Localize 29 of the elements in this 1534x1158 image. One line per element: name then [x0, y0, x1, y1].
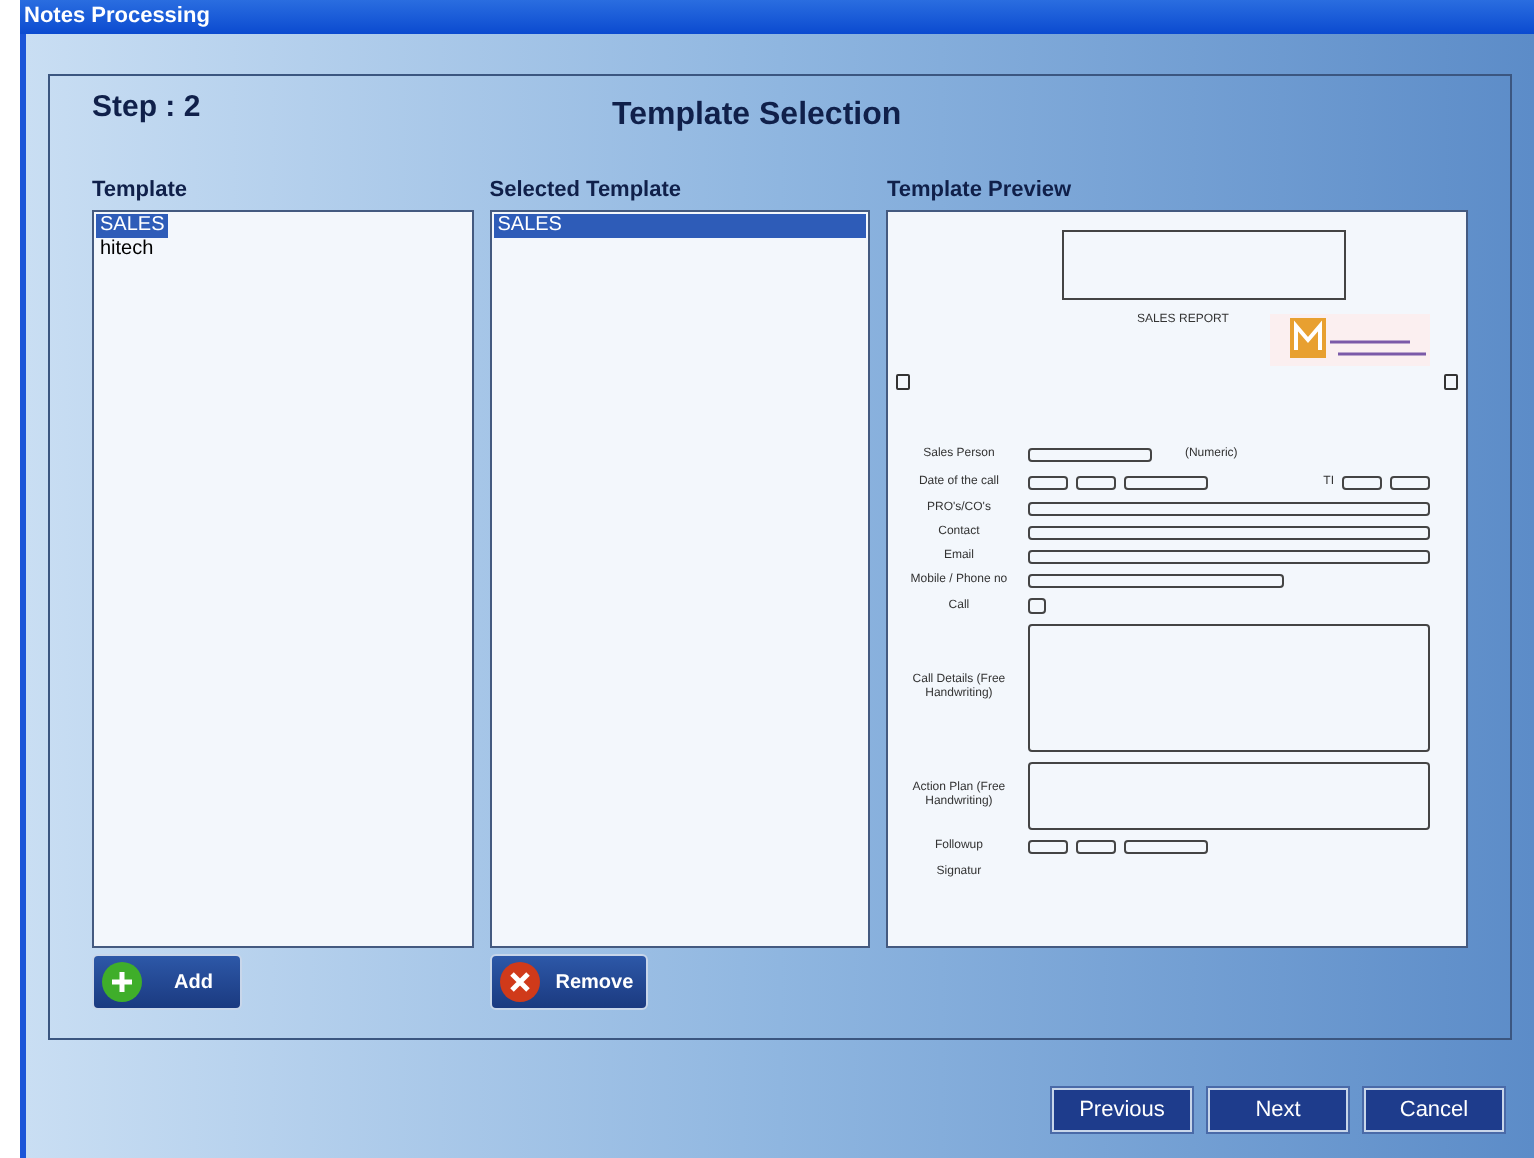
- page-heading: Template Selection: [612, 96, 902, 136]
- form-box: [1342, 476, 1383, 490]
- form-box: [1390, 476, 1431, 490]
- column-label: Selected Template: [489, 175, 684, 205]
- nav-button[interactable]: Previous: [1052, 1088, 1192, 1132]
- plus-icon: [102, 962, 142, 1002]
- form-box: [1076, 476, 1117, 490]
- logo-icon: [1270, 310, 1435, 370]
- form-box: [1028, 476, 1069, 490]
- form-box: [1124, 476, 1209, 490]
- window-title: Notes Processing: [24, 2, 210, 33]
- close-icon: [499, 962, 540, 1002]
- add-button[interactable]: Add: [92, 954, 243, 1010]
- form-box: [1028, 598, 1047, 614]
- list-item[interactable]: SALES: [96, 214, 169, 238]
- nav-button[interactable]: Next: [1208, 1088, 1348, 1132]
- column-label: Template Preview: [886, 175, 1074, 205]
- checkbox-mark: [896, 374, 911, 390]
- checkbox-mark: [1444, 374, 1459, 390]
- form-box: [1028, 840, 1069, 854]
- nav-button[interactable]: Cancel: [1364, 1088, 1504, 1132]
- list-item[interactable]: SALES: [493, 214, 867, 238]
- list-item[interactable]: hitech: [96, 238, 470, 262]
- form-box: [1076, 840, 1117, 854]
- remove-button[interactable]: Remove: [489, 954, 648, 1010]
- form-box: [1028, 448, 1153, 462]
- step-label: Step : 2: [92, 87, 203, 128]
- column-label: Template: [92, 175, 189, 205]
- form-box: [1124, 840, 1209, 854]
